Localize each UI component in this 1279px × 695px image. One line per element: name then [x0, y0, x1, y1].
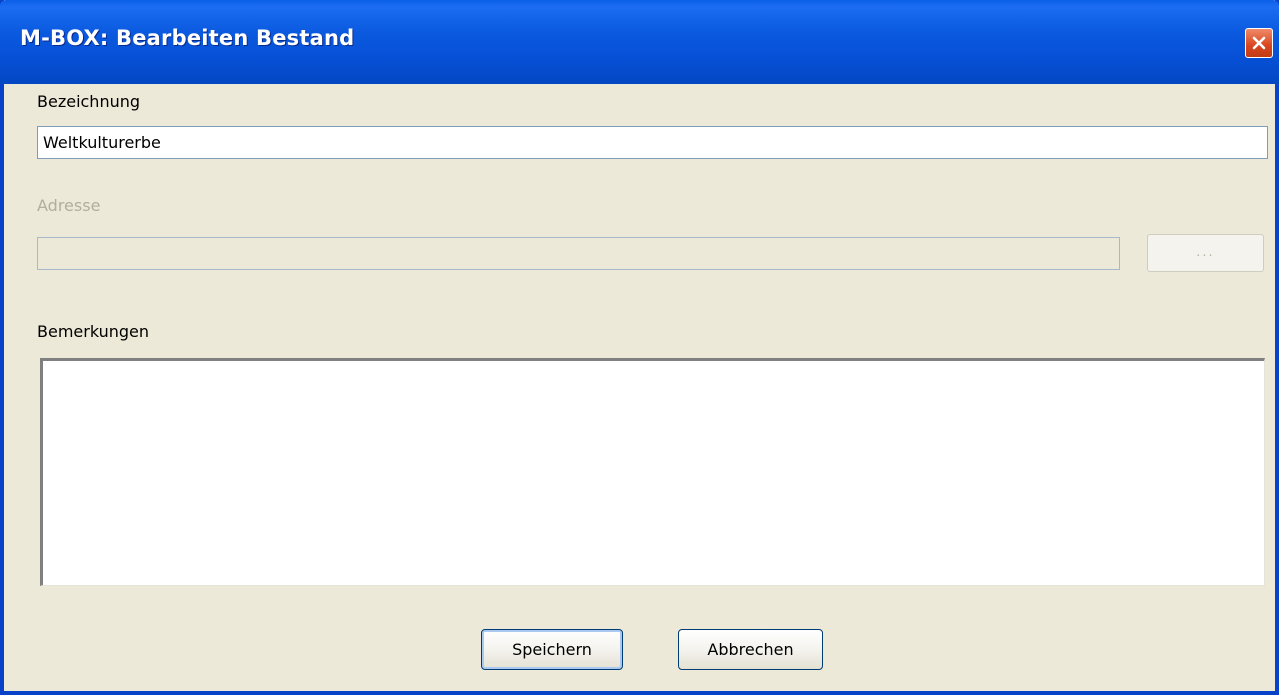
title-bar[interactable]: M-BOX: Bearbeiten Bestand	[0, 0, 1279, 84]
bezeichnung-input[interactable]: Weltkulturerbe	[37, 126, 1268, 159]
adresse-label: Adresse	[37, 196, 101, 215]
close-icon	[1251, 35, 1267, 51]
cancel-button[interactable]: Abbrechen	[678, 629, 823, 670]
dialog-window: M-BOX: Bearbeiten Bestand Bezeichnung We…	[0, 0, 1279, 695]
bemerkungen-label: Bemerkungen	[37, 322, 150, 341]
browse-address-button[interactable]: ...	[1147, 234, 1264, 272]
window-title: M-BOX: Bearbeiten Bestand	[20, 26, 355, 50]
bemerkungen-textarea[interactable]	[40, 358, 1265, 586]
dialog-content: Bezeichnung Weltkulturerbe Adresse ... B…	[4, 84, 1275, 691]
adresse-input[interactable]	[37, 237, 1120, 270]
save-button[interactable]: Speichern	[481, 629, 623, 670]
bezeichnung-label: Bezeichnung	[37, 92, 141, 111]
close-button[interactable]	[1245, 28, 1273, 58]
